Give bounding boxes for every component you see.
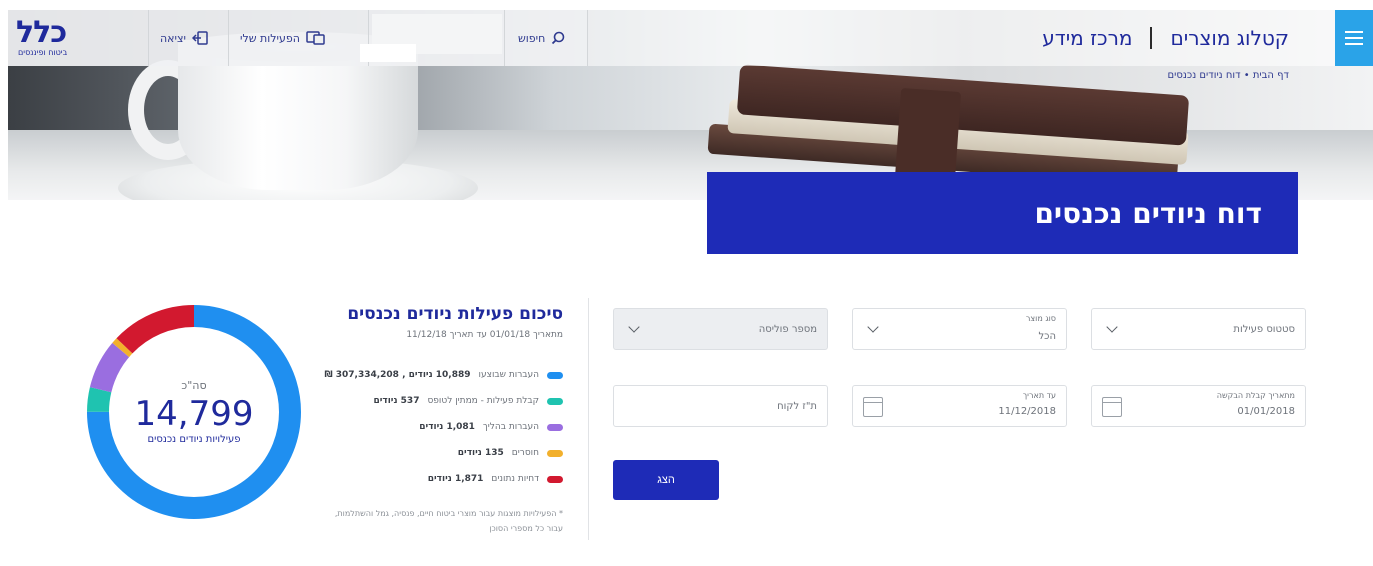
product-type-label: סוג מוצר (1025, 314, 1056, 323)
my-activities-label: הפעילות שלי (240, 31, 300, 45)
legend-swatch (547, 475, 563, 483)
search-button[interactable]: חיפוש (518, 28, 565, 48)
legend-value: 1,081 ניודים (419, 422, 475, 432)
legend-swatch (547, 371, 563, 379)
legend-label: חוסרים (511, 448, 539, 458)
activity-status-select[interactable]: סטטוס פעילות (1091, 308, 1306, 350)
page-title-banner: דוח ניודים נכנסים (707, 172, 1298, 254)
logo-subtext: ביטוח ופיננסים (18, 48, 68, 57)
legend-row: דחיות נתונים 1,871 ניודים (303, 466, 563, 492)
page-title: דוח ניודים נכנסים (1034, 196, 1262, 230)
start-date-field[interactable]: מתאריך קבלת הבקשה 01/01/2018 (1091, 385, 1306, 427)
policy-number-select[interactable]: מספר פוליסה (613, 308, 828, 350)
top-bar-utilities: כלל ביטוח ופיננסים יציאה הפעילות שלי חיפ… (8, 10, 588, 66)
summary-footnote: * הפעילויות מוצגות עבור מוצרי ביטוח חיים… (334, 509, 563, 533)
legend-value: 135 ניודים (457, 448, 504, 458)
top-bar-gap (360, 44, 416, 62)
calendar-icon[interactable] (863, 397, 883, 417)
main-nav: קטלוג מוצרים מרכז מידע (1042, 26, 1289, 50)
nav-item-product-catalog[interactable]: קטלוג מוצרים (1170, 26, 1289, 50)
end-date-field[interactable]: עד תאריך 11/12/2018 (852, 385, 1067, 427)
end-date-value: 11/12/2018 (998, 406, 1056, 417)
chevron-down-icon (867, 321, 879, 333)
legend-label: העברות בהליך (482, 422, 539, 432)
summary-subtitle: מתאריך 01/01/18 עד תאריך 11/12/18 (406, 330, 563, 340)
section-divider (588, 298, 589, 540)
customer-id-placeholder: ת"ז לקוח (777, 401, 817, 412)
search-label: חיפוש (518, 31, 546, 45)
my-activities-button[interactable]: הפעילות שלי (240, 28, 326, 48)
product-type-value: הכל (1038, 331, 1056, 342)
activities-icon (306, 31, 325, 45)
start-date-value: 01/01/2018 (1237, 406, 1295, 417)
page: כלל ביטוח ופיננסים יציאה הפעילות שלי חיפ… (0, 0, 1373, 566)
legend-swatch (547, 449, 563, 457)
chevron-down-icon (1106, 321, 1118, 333)
nav-item-info-center[interactable]: מרכז מידע (1042, 26, 1132, 50)
legend-swatch (547, 397, 563, 405)
summary-legend: העברות שבוצעו 10,889 ניודים , 307,334,208… (303, 362, 563, 492)
nav-divider (1150, 27, 1153, 49)
chevron-down-icon (628, 321, 640, 333)
exit-button[interactable]: יציאה (160, 28, 208, 48)
legend-row: העברות שבוצעו 10,889 ניודים , 307,334,208… (303, 362, 563, 388)
hamburger-menu-icon[interactable] (1335, 10, 1373, 66)
logo-text: כלל (16, 15, 67, 50)
legend-label: קבלת פעילות - ממתין לטופס (427, 396, 539, 406)
donut-center: סה"כ 14,799 פעילויות ניודים נכנסים (82, 300, 306, 524)
legend-value: 537 ניודים (373, 396, 420, 406)
breadcrumb[interactable]: דף הבית • דוח ניודים נכנסים (1168, 70, 1289, 81)
legend-label: דחיות נתונים (491, 474, 539, 484)
show-button[interactable]: הצג (613, 460, 719, 500)
total-caption: פעילויות ניודים נכנסים (147, 434, 241, 445)
legend-row: קבלת פעילות - ממתין לטופס 537 ניודים (303, 388, 563, 414)
product-type-select[interactable]: סוג מוצר הכל (852, 308, 1067, 350)
legend-value: 1,871 ניודים (427, 474, 484, 484)
total-label: סה"כ (181, 379, 207, 392)
exit-label: יציאה (160, 31, 186, 45)
exit-icon (192, 31, 208, 45)
end-date-label: עד תאריך (1022, 391, 1056, 400)
logo[interactable]: כלל ביטוח ופיננסים (16, 16, 136, 60)
start-date-label: מתאריך קבלת הבקשה (1216, 391, 1295, 400)
legend-swatch (547, 423, 563, 431)
total-value: 14,799 (134, 394, 254, 434)
legend-value: 10,889 ניודים , 307,334,208 ₪ (324, 370, 471, 380)
legend-row: העברות בהליך 1,081 ניודים (303, 414, 563, 440)
calendar-icon[interactable] (1102, 397, 1122, 417)
policy-number-placeholder: מספר פוליסה (758, 324, 817, 335)
activity-status-placeholder: סטטוס פעילות (1233, 324, 1295, 335)
legend-label: העברות שבוצעו (478, 370, 539, 380)
search-icon (552, 31, 565, 45)
summary-title: סיכום פעילות ניודים נכנסים (347, 304, 563, 324)
customer-id-field[interactable]: ת"ז לקוח (613, 385, 828, 427)
legend-row: חוסרים 135 ניודים (303, 440, 563, 466)
